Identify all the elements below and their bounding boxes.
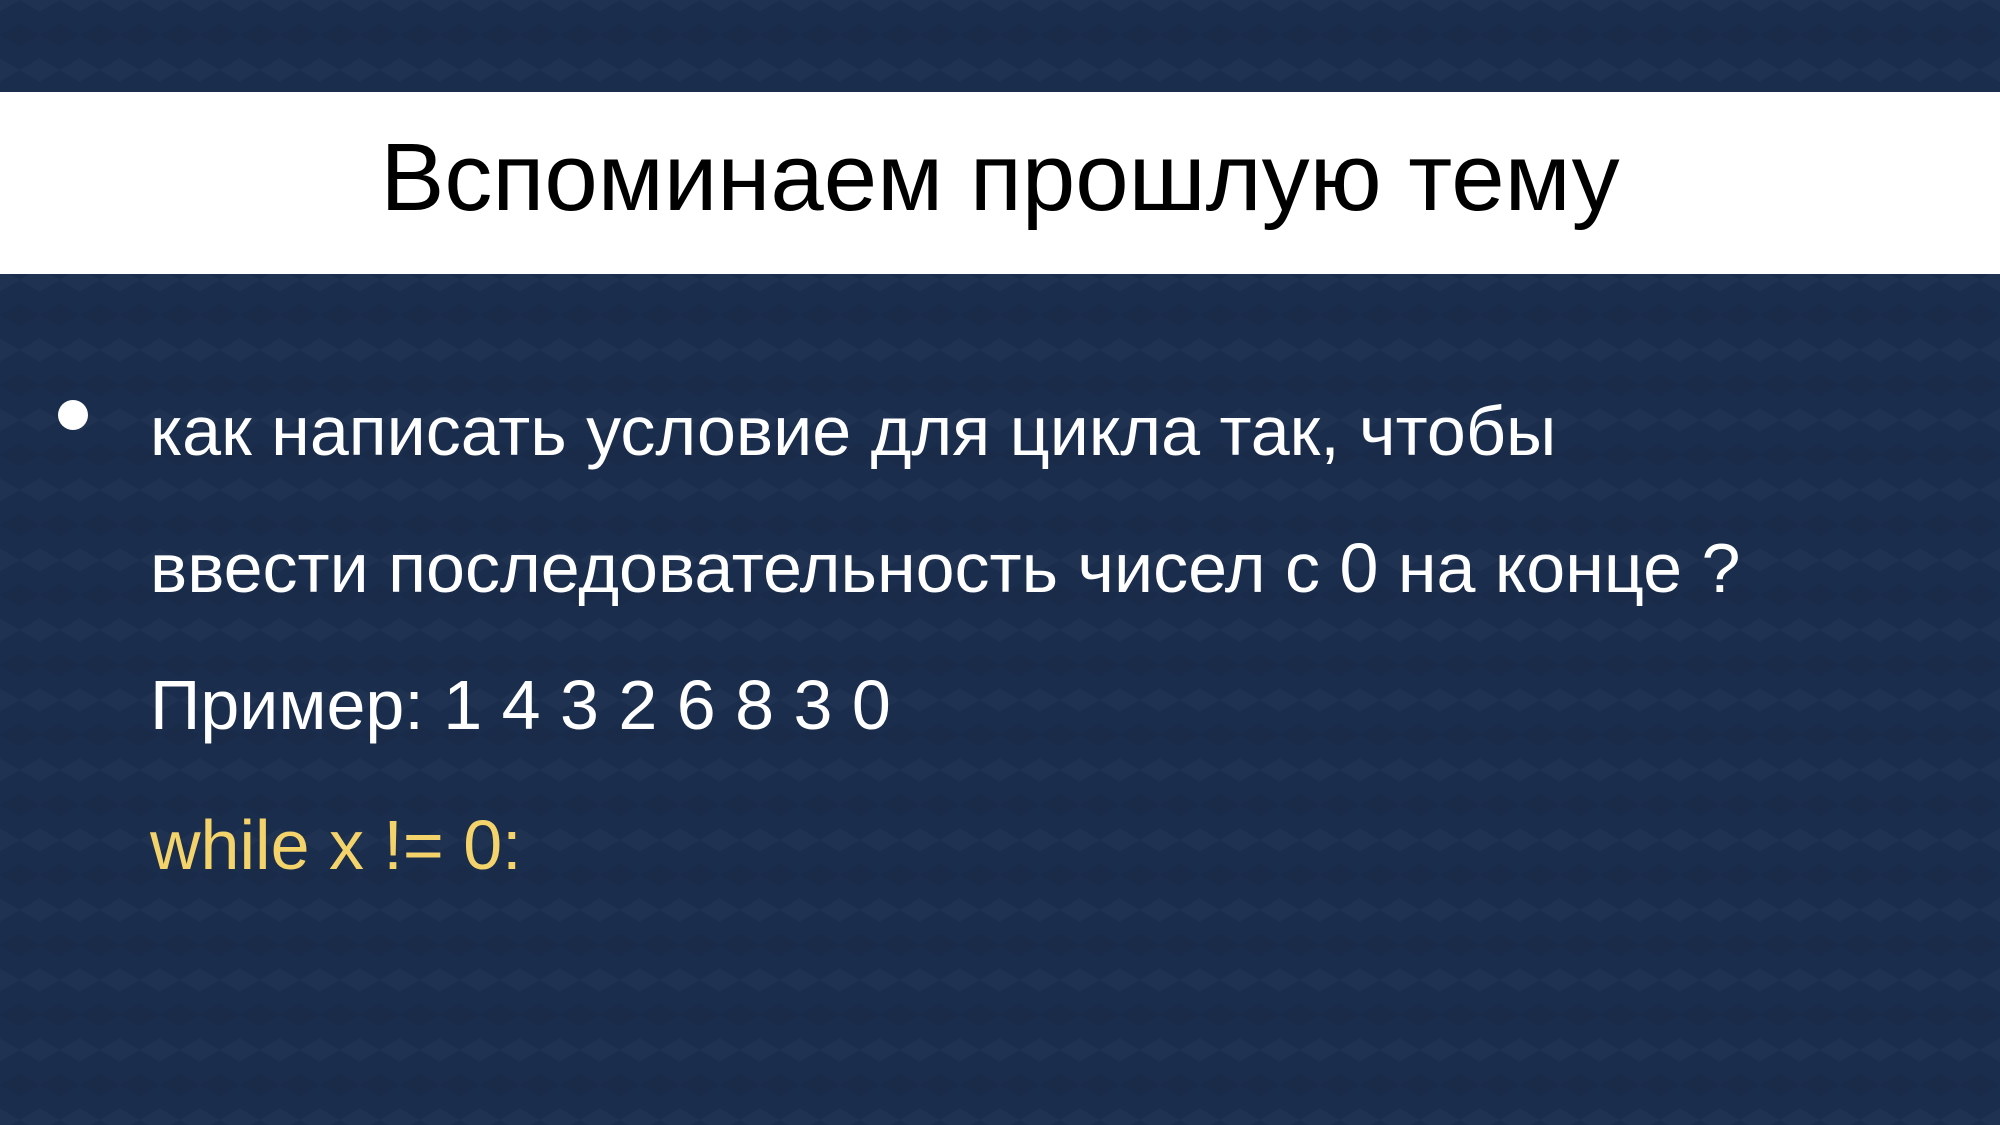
code-snippet: while x != 0: [150, 806, 522, 884]
slide-body: как написать условие для цикла так, чтоб… [0, 0, 2000, 1125]
bullet-text-line-2: ввести последовательность чисел с 0 на к… [150, 529, 1741, 607]
example-text: Пример: 1 4 3 2 6 8 3 0 [150, 666, 891, 744]
bullet-dot-icon [58, 400, 88, 430]
bullet-text-line-1: как написать условие для цикла так, чтоб… [150, 392, 1557, 470]
